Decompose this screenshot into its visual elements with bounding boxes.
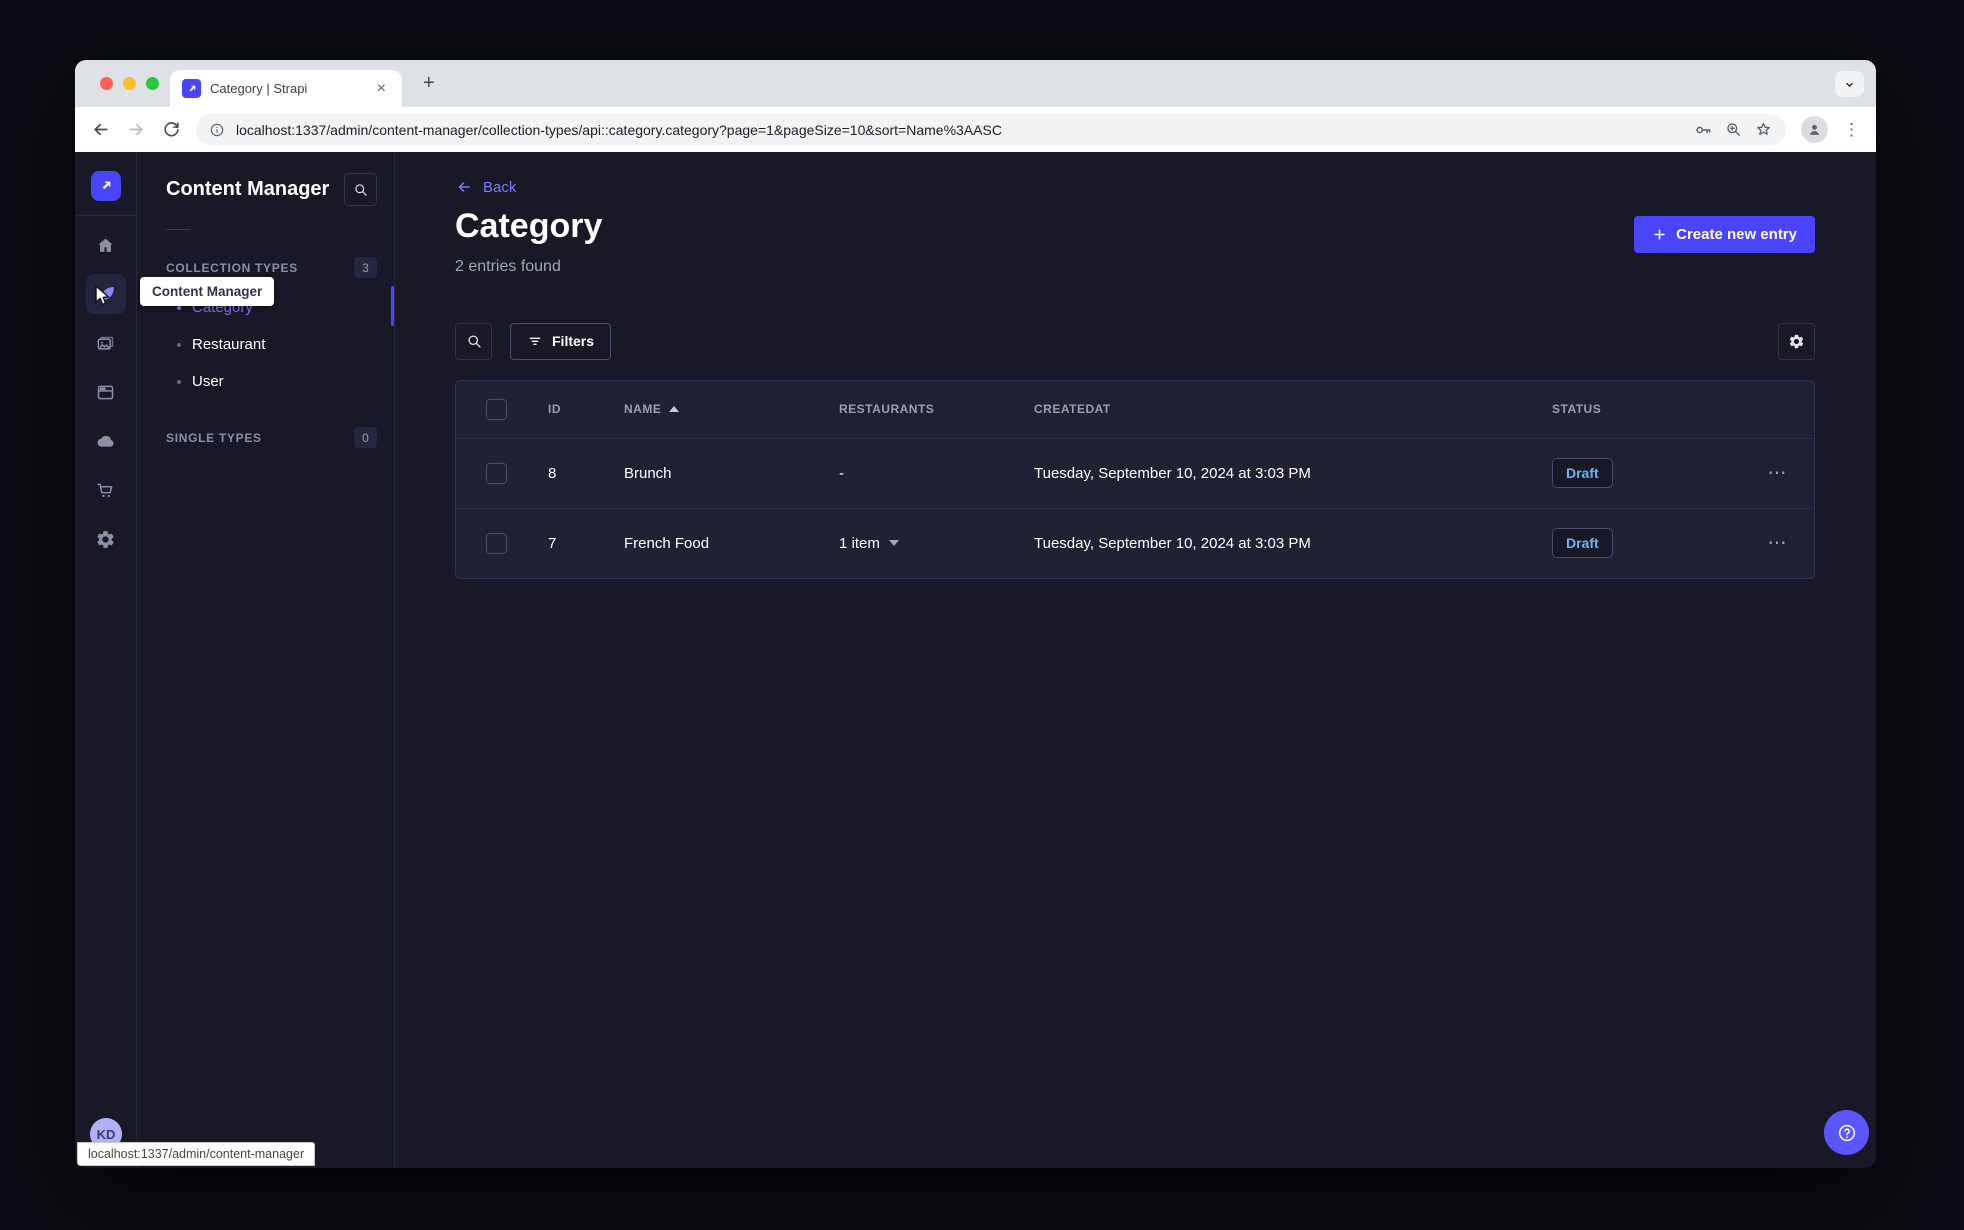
column-header-id[interactable]: ID <box>548 402 624 416</box>
browser-profile-avatar[interactable] <box>1801 116 1828 143</box>
column-header-name-label: NAME <box>624 402 662 417</box>
cell-restaurants: - <box>839 464 844 482</box>
status-badge: Draft <box>1552 458 1613 489</box>
view-settings-gear-icon[interactable] <box>1778 322 1815 360</box>
strapi-logo-icon[interactable] <box>90 171 121 201</box>
browser-tab-strip: Category | Strapi × + <box>75 60 1876 107</box>
column-header-createdat[interactable]: CREATEDAT <box>1034 402 1552 416</box>
cell-createdat: Tuesday, September 10, 2024 at 3:03 PM <box>1034 464 1311 482</box>
back-label: Back <box>483 178 517 196</box>
nav-item-label: User <box>192 373 224 390</box>
browser-tab[interactable]: Category | Strapi × <box>170 70 402 107</box>
main-content: Back Category 2 entries found Create new… <box>395 152 1876 1168</box>
new-tab-button[interactable]: + <box>417 72 441 95</box>
help-button[interactable] <box>1824 1110 1869 1155</box>
question-mark-icon <box>1838 1124 1855 1141</box>
minimize-window-button[interactable] <box>123 77 136 90</box>
active-nav-indicator <box>391 286 394 326</box>
cell-id: 7 <box>548 534 557 552</box>
bookmark-star-icon[interactable] <box>1754 120 1773 139</box>
filters-button[interactable]: Filters <box>510 322 612 360</box>
bullet-icon <box>177 342 181 347</box>
password-key-icon[interactable] <box>1693 120 1713 140</box>
tab-title: Category | Strapi <box>210 81 308 96</box>
cloud-icon[interactable] <box>86 421 126 461</box>
home-icon[interactable] <box>86 225 126 265</box>
content-manager-tooltip: Content Manager <box>140 277 275 306</box>
relation-count-label: 1 item <box>839 534 880 552</box>
column-header-restaurants[interactable]: RESTAURANTS <box>839 402 1034 416</box>
reload-icon[interactable] <box>162 120 181 139</box>
row-checkbox[interactable] <box>486 462 507 484</box>
plus-icon <box>1654 229 1665 240</box>
cell-name: French Food <box>624 534 710 552</box>
column-header-name[interactable]: NAME <box>624 402 839 416</box>
url-bar[interactable]: localhost:1337/admin/content-manager/col… <box>196 114 1786 145</box>
row-checkbox[interactable] <box>486 532 507 554</box>
row-actions-more-icon[interactable] <box>1768 534 1787 553</box>
site-info-icon[interactable] <box>209 122 225 138</box>
panel-title: Content Manager <box>166 178 330 200</box>
browser-toolbar: localhost:1337/admin/content-manager/col… <box>75 107 1876 152</box>
panel-search-icon[interactable] <box>344 173 377 206</box>
single-types-label: SINGLE TYPES <box>166 430 262 445</box>
close-window-button[interactable] <box>100 77 113 90</box>
entries-table: ID NAME RESTAURANTS CREATEDAT STATUS 8 B… <box>455 379 1815 579</box>
collection-types-label: COLLECTION TYPES <box>166 260 298 275</box>
entries-count: 2 entries found <box>455 257 561 275</box>
sort-ascending-icon <box>669 406 680 413</box>
cell-restaurants[interactable]: 1 item <box>839 535 1034 552</box>
filters-label: Filters <box>552 333 595 350</box>
mouse-cursor <box>91 284 113 313</box>
nav-item-user[interactable]: User <box>138 363 394 400</box>
status-badge: Draft <box>1552 528 1613 559</box>
fullscreen-window-button[interactable] <box>146 77 159 90</box>
forward-icon[interactable] <box>126 119 147 140</box>
media-library-icon[interactable] <box>86 323 126 363</box>
row-actions-more-icon[interactable] <box>1768 464 1787 483</box>
nav-item-restaurant[interactable]: Restaurant <box>138 326 394 363</box>
tab-search-chevron-icon[interactable] <box>1835 71 1864 97</box>
marketplace-cart-icon[interactable] <box>86 470 126 510</box>
table-row[interactable]: 8 Brunch - Tuesday, September 10, 2024 a… <box>456 437 1814 508</box>
rail-divider <box>75 215 136 216</box>
column-header-status[interactable]: STATUS <box>1552 402 1740 416</box>
strapi-favicon-icon <box>182 79 201 98</box>
bullet-icon <box>177 305 181 310</box>
page-title: Category <box>455 207 603 245</box>
collection-types-section: COLLECTION TYPES 3 <box>138 257 394 278</box>
panel-divider <box>166 229 190 230</box>
single-types-section: SINGLE TYPES 0 <box>138 427 394 448</box>
back-link[interactable]: Back <box>455 178 516 196</box>
strapi-admin-app: KD Content Manager COLLECTION TYPES 3 Ca… <box>75 152 1876 1168</box>
browser-window: Category | Strapi × + localhost:1337/adm… <box>75 60 1876 1168</box>
create-new-entry-label: Create new entry <box>1676 226 1797 243</box>
filter-icon <box>529 337 541 346</box>
cell-createdat: Tuesday, September 10, 2024 at 3:03 PM <box>1034 534 1311 552</box>
back-icon[interactable] <box>90 119 111 140</box>
cell-name: Brunch <box>624 464 672 482</box>
macos-traffic-lights <box>100 77 159 90</box>
create-new-entry-button[interactable]: Create new entry <box>1634 216 1815 253</box>
zoom-page-icon[interactable] <box>1724 120 1743 139</box>
tab-close-icon[interactable]: × <box>373 79 390 99</box>
link-status-bar: localhost:1337/admin/content-manager <box>77 1142 316 1166</box>
cell-id: 8 <box>548 464 557 482</box>
nav-item-label: Restaurant <box>192 336 266 353</box>
settings-gear-icon[interactable] <box>86 519 126 559</box>
table-row[interactable]: 7 French Food 1 item Tuesday, September … <box>456 507 1814 578</box>
browser-menu-icon[interactable]: ⋮ <box>1843 120 1861 140</box>
collection-types-count-badge: 3 <box>354 257 377 278</box>
single-types-count-badge: 0 <box>354 427 377 448</box>
relation-expand-caret-icon <box>888 540 899 547</box>
table-header-row: ID NAME RESTAURANTS CREATEDAT STATUS <box>456 381 1814 438</box>
content-type-builder-icon[interactable] <box>86 372 126 412</box>
back-arrow-icon <box>458 182 470 192</box>
search-entries-icon[interactable] <box>455 322 492 360</box>
url-text[interactable]: localhost:1337/admin/content-manager/col… <box>236 122 1682 138</box>
select-all-checkbox[interactable] <box>486 398 507 420</box>
bullet-icon <box>177 379 181 384</box>
